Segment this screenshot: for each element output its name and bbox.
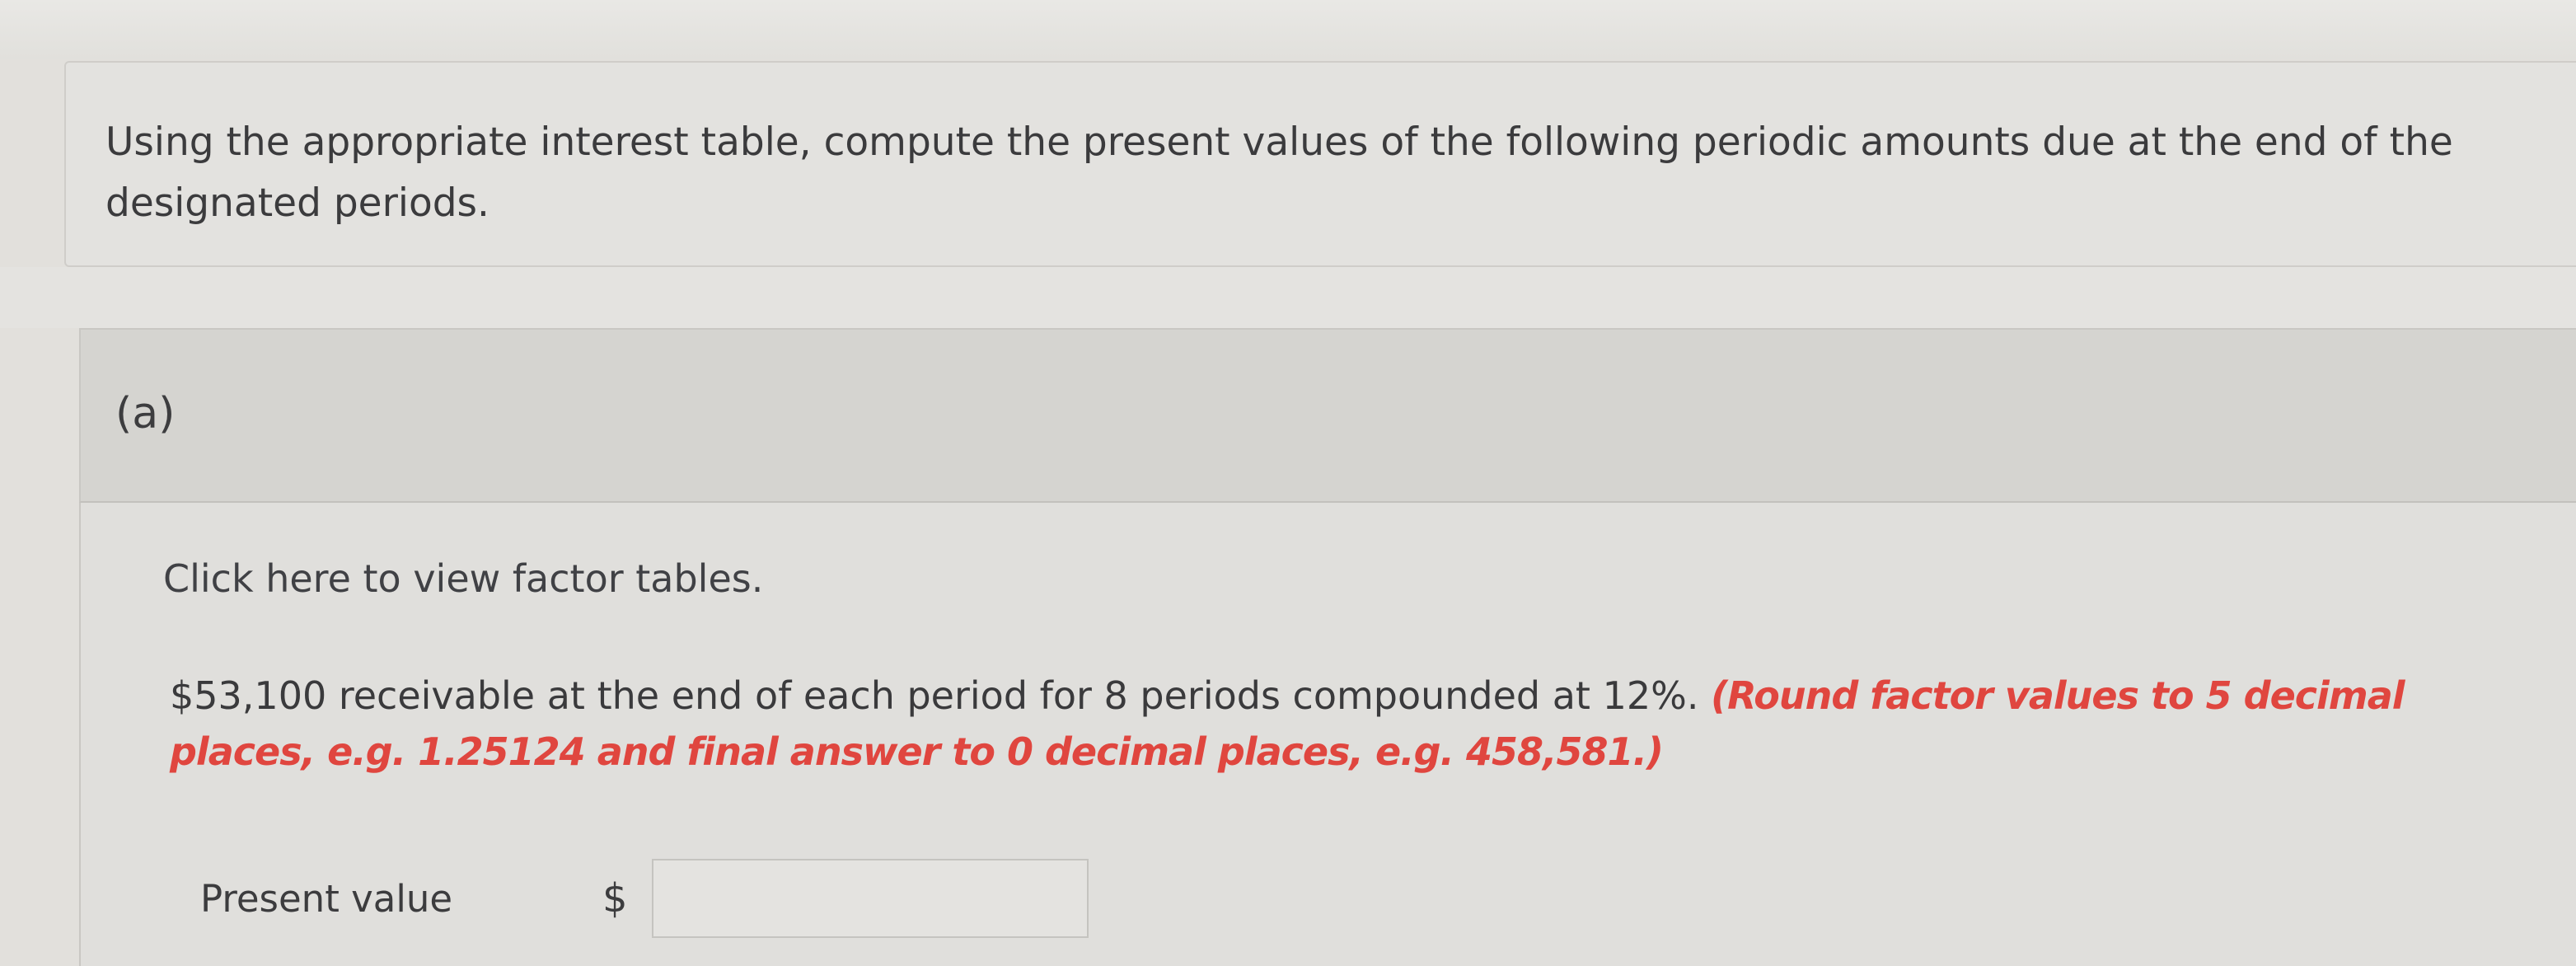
question-panel: Using the appropriate interest table, co… xyxy=(64,61,2576,267)
problem-statement: $53,100 receivable at the end of each pe… xyxy=(170,668,2527,780)
section-gap xyxy=(0,267,2576,328)
part-label: (a) xyxy=(115,389,176,438)
question-text: Using the appropriate interest table, co… xyxy=(105,120,2453,226)
present-value-label: Present value xyxy=(200,877,453,921)
present-value-row: Present value $ xyxy=(200,859,1189,941)
problem-text: $53,100 receivable at the end of each pe… xyxy=(170,673,1699,718)
part-a-body: Click here to view factor tables. $53,10… xyxy=(79,503,2576,966)
currency-symbol: $ xyxy=(602,875,628,921)
factor-tables-link[interactable]: Click here to view factor tables. xyxy=(163,556,763,601)
top-strip xyxy=(0,0,2576,59)
present-value-input[interactable] xyxy=(652,859,1089,938)
part-a-header: (a) xyxy=(79,328,2576,503)
